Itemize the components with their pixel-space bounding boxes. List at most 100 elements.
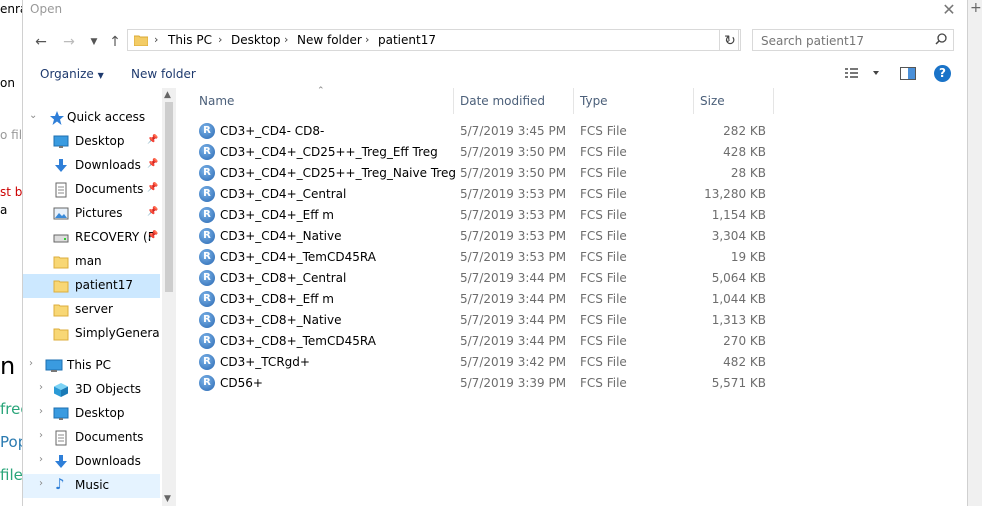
file-date: 5/7/2019 3:44 PM <box>460 271 567 285</box>
r-file-icon: R <box>199 249 215 265</box>
background-text: n <box>0 352 16 380</box>
address-bar[interactable]: › This PC › Desktop › New folder › patie… <box>127 29 739 51</box>
column-divider[interactable] <box>573 88 574 114</box>
nav-item-recovery[interactable]: RECOVERY (F 📌 <box>23 226 160 250</box>
chevron-right-icon[interactable]: › <box>39 454 43 465</box>
nav-item-server[interactable]: server <box>23 298 160 322</box>
breadcrumb-separator-icon[interactable]: › <box>365 33 369 46</box>
forward-arrow-icon[interactable]: → <box>59 32 79 52</box>
nav-item-label: RECOVERY (F <box>75 230 155 244</box>
file-size: 28 KB <box>730 166 766 180</box>
search-icon[interactable] <box>935 33 947 48</box>
nav-item-this-pc[interactable]: › This PC <box>23 354 160 378</box>
nav-item-documents-pc[interactable]: › Documents <box>23 426 160 450</box>
r-file-icon: R <box>199 228 215 244</box>
file-type: FCS File <box>580 166 627 180</box>
search-input[interactable] <box>759 31 933 51</box>
nav-item-desktop-pc[interactable]: › Desktop <box>23 402 160 426</box>
breadcrumb-desktop[interactable]: Desktop <box>231 33 281 47</box>
r-file-icon: R <box>199 123 215 139</box>
nav-item-man[interactable]: man <box>23 250 160 274</box>
back-arrow-icon[interactable]: ← <box>31 32 51 52</box>
nav-item-documents[interactable]: Documents 📌 <box>23 178 160 202</box>
change-view-button[interactable] <box>843 66 883 83</box>
column-header-date[interactable]: Date modified <box>460 94 545 108</box>
file-name: CD3+_CD4+_Native <box>220 229 342 243</box>
column-divider[interactable] <box>693 88 694 114</box>
column-divider[interactable] <box>773 88 774 114</box>
breadcrumb-this-pc[interactable]: This PC <box>168 33 212 47</box>
nav-item-music[interactable]: › ♪ Music <box>23 474 160 498</box>
cube-icon <box>53 382 69 401</box>
column-header-name[interactable]: Name <box>199 94 234 108</box>
close-button[interactable]: ✕ <box>937 0 961 19</box>
file-date: 5/7/2019 3:50 PM <box>460 166 567 180</box>
chevron-right-icon[interactable]: › <box>39 406 43 417</box>
background-text: o fil <box>0 128 22 142</box>
file-row[interactable]: R CD3+_CD4+_CD25++_Treg_Eff Treg 5/7/2019 … <box>197 142 777 163</box>
scrollbar-thumb[interactable] <box>165 102 173 292</box>
dialog-title: Open <box>30 2 63 16</box>
nav-item-quick-access[interactable]: ⌄ Quick access <box>23 106 160 130</box>
nav-item-pictures[interactable]: Pictures 📌 <box>23 202 160 226</box>
file-row[interactable]: R CD3+_CD8+_Eff m 5/7/2019 3:44 PM FCS File… <box>197 289 777 310</box>
scroll-up-icon[interactable]: ▲ <box>164 90 171 100</box>
recent-locations-chevron-icon[interactable]: ▼ <box>84 32 104 52</box>
file-row[interactable]: R CD3+_CD8+_Native 5/7/2019 3:44 PM FCS Fil… <box>197 310 777 331</box>
file-size: 5,064 KB <box>711 271 766 285</box>
chevron-right-icon[interactable]: › <box>39 382 43 393</box>
nav-item-downloads-pc[interactable]: › Downloads <box>23 450 160 474</box>
background-text: frec <box>0 400 22 418</box>
organize-button[interactable]: Organize ▼ <box>40 67 104 81</box>
desktop-icon <box>53 406 69 425</box>
breadcrumb-separator-icon[interactable]: › <box>154 33 158 46</box>
preview-pane-icon[interactable] <box>900 67 916 83</box>
nav-item-simplygenerate[interactable]: SimplyGenerateF <box>23 322 160 346</box>
open-dialog: Open ✕ ← → ▼ ↑ › This PC › Desktop › New… <box>22 0 968 506</box>
file-row[interactable]: R CD56+ 5/7/2019 3:39 PM FCS File 5,571 KB <box>197 373 777 394</box>
file-row[interactable]: R CD3+_CD4+_Native 5/7/2019 3:53 PM FCS Fil… <box>197 226 777 247</box>
navigation-scrollbar[interactable]: ▲ ▼ <box>162 88 176 506</box>
column-header-size[interactable]: Size <box>700 94 725 108</box>
nav-item-partial[interactable] <box>23 498 160 506</box>
file-date: 5/7/2019 3:50 PM <box>460 145 567 159</box>
breadcrumb-new-folder[interactable]: New folder <box>297 33 362 47</box>
chevron-right-icon[interactable]: › <box>29 358 33 369</box>
search-box[interactable] <box>752 29 954 51</box>
nav-item-label: patient17 <box>75 278 133 292</box>
file-row[interactable]: R CD3+_CD4+_Central 5/7/2019 3:53 PM FCS Fi… <box>197 184 777 205</box>
breadcrumb-patient17[interactable]: patient17 <box>378 33 436 47</box>
file-row[interactable]: R CD3+_CD8+_TemCD45RA 5/7/2019 3:44 PM FCS … <box>197 331 777 352</box>
file-row[interactable]: R CD3+_CD4+_Eff m 5/7/2019 3:53 PM FCS File… <box>197 205 777 226</box>
r-file-icon: R <box>199 312 215 328</box>
file-name: CD3+_CD8+_Native <box>220 313 342 327</box>
column-divider[interactable] <box>453 88 454 114</box>
nav-item-3d-objects[interactable]: › 3D Objects <box>23 378 160 402</box>
file-row[interactable]: R CD3+_CD4+_CD25++_Treg_Naive Treg 5/7/201… <box>197 163 777 184</box>
download-icon <box>53 158 69 177</box>
help-icon[interactable]: ? <box>934 65 951 82</box>
file-size: 482 KB <box>723 355 766 369</box>
refresh-button[interactable]: ↻ <box>719 29 741 51</box>
file-row[interactable]: R CD3+_CD4- CD8- 5/7/2019 3:45 PM FCS File 2… <box>197 121 777 142</box>
plus-icon: + <box>970 0 982 16</box>
up-arrow-icon[interactable]: ↑ <box>105 32 125 52</box>
chevron-right-icon[interactable]: › <box>39 478 43 489</box>
nav-item-desktop[interactable]: Desktop 📌 <box>23 130 160 154</box>
file-row[interactable]: R CD3+_TCRgd+ 5/7/2019 3:42 PM FCS File 482 … <box>197 352 777 373</box>
file-name: CD3+_CD4+_TemCD45RA <box>220 250 376 264</box>
breadcrumb-separator-icon[interactable]: › <box>218 33 222 46</box>
scroll-down-icon[interactable]: ▼ <box>164 494 171 504</box>
file-row[interactable]: R CD3+_CD8+_Central 5/7/2019 3:44 PM FCS Fi… <box>197 268 777 289</box>
background-text: a <box>0 203 8 217</box>
new-folder-button[interactable]: New folder <box>131 67 196 81</box>
breadcrumb-separator-icon[interactable]: › <box>284 33 288 46</box>
column-header-type[interactable]: Type <box>580 94 608 108</box>
file-size: 282 KB <box>723 124 766 138</box>
nav-item-patient17[interactable]: patient17 <box>23 274 160 298</box>
r-file-icon: R <box>199 375 215 391</box>
file-row[interactable]: R CD3+_CD4+_TemCD45RA 5/7/2019 3:53 PM FCS … <box>197 247 777 268</box>
chevron-right-icon[interactable]: › <box>39 430 43 441</box>
nav-item-downloads[interactable]: Downloads 📌 <box>23 154 160 178</box>
chevron-down-icon[interactable]: ⌄ <box>29 110 37 121</box>
